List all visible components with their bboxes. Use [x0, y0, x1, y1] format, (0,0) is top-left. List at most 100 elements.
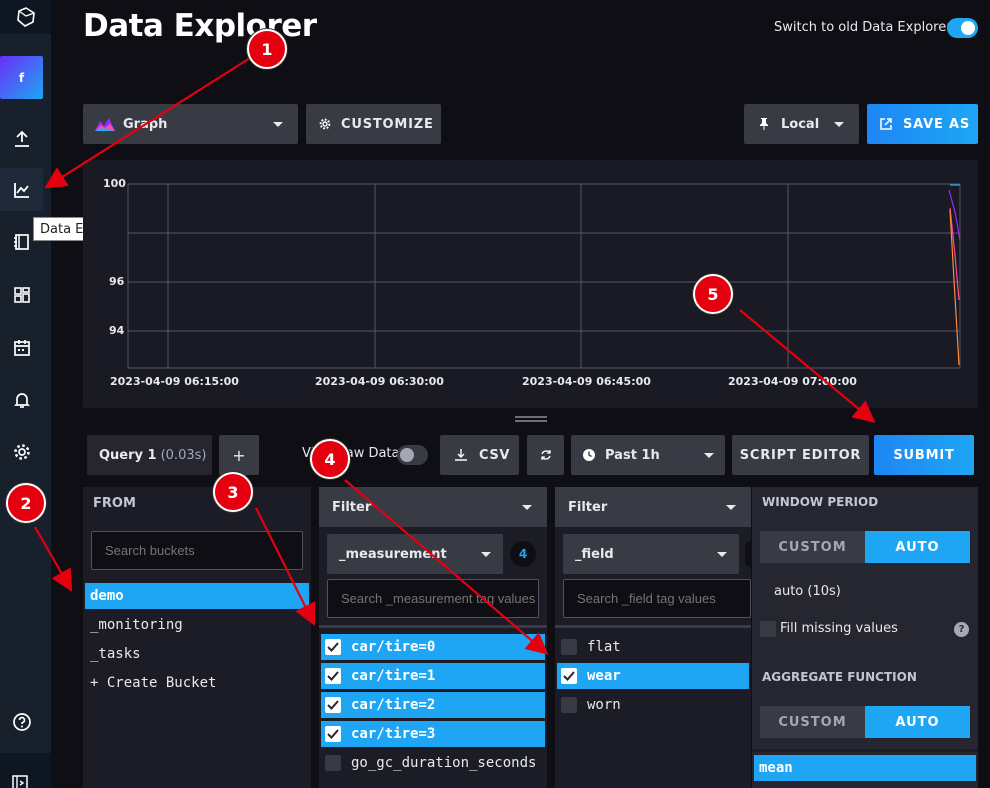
filter-function-dropdown[interactable]: Filter: [555, 487, 751, 527]
help-icon[interactable]: ?: [954, 622, 969, 637]
refresh-icon: [540, 450, 551, 460]
csv-download-button[interactable]: CSV: [440, 435, 519, 475]
query-tab-time: (0.03s): [160, 447, 207, 463]
window-custom-button[interactable]: CUSTOM: [760, 531, 865, 563]
chevron-down-icon: [522, 504, 532, 510]
checkbox-icon[interactable]: [561, 697, 577, 713]
annotation-marker: 3: [213, 472, 253, 512]
series-lines: [948, 184, 961, 366]
query-tab[interactable]: Query 1 (0.03s): [87, 435, 212, 475]
aggregate-function-header: AGGREGATE FUNCTION: [762, 670, 917, 684]
tag-key-label: _field: [575, 546, 614, 562]
chevron-down-icon: [726, 504, 736, 510]
customize-button[interactable]: CUSTOMIZE: [306, 104, 441, 144]
y-tick-label: 100: [103, 177, 126, 190]
csv-label: CSV: [479, 447, 511, 463]
raw-data-toggle[interactable]: [397, 445, 428, 465]
script-editor-button[interactable]: SCRIPT EDITOR: [732, 435, 869, 475]
tag-value-label: wear: [587, 668, 621, 684]
annotation-marker: 5: [693, 274, 733, 314]
aggregate-fn-mean[interactable]: mean: [754, 755, 976, 781]
selected-count-badge: 4: [510, 541, 536, 567]
add-query-button[interactable]: +: [219, 435, 259, 475]
time-range-dropdown[interactable]: Past 1h: [571, 435, 725, 475]
switch-old-explorer-toggle[interactable]: [947, 18, 978, 38]
save-as-button[interactable]: SAVE AS: [867, 104, 978, 144]
x-tick-label: 2023-04-09 06:15:00: [110, 375, 239, 388]
search-tag-values-input[interactable]: [563, 579, 751, 618]
x-tick-label: 2023-04-09 07:00:00: [728, 375, 857, 388]
tag-value-label: worn: [587, 697, 621, 713]
pin-icon: [760, 118, 768, 130]
aggregate-panel: WINDOW PERIOD CUSTOM AUTO auto (10s) Fil…: [752, 487, 978, 788]
tag-value-label: car/tire=0: [351, 639, 436, 655]
chevron-down-icon: [834, 121, 844, 127]
tasks-calendar-icon[interactable]: [0, 326, 43, 369]
checkbox-icon[interactable]: [325, 755, 341, 771]
influx-logo[interactable]: [0, 0, 51, 34]
tag-value-item[interactable]: go_gc_duration_seconds: [321, 750, 545, 776]
collapse-nav-button[interactable]: [0, 753, 51, 788]
upload-icon[interactable]: [0, 117, 43, 160]
graph-type-icon: [95, 118, 115, 131]
window-auto-value: auto (10s): [774, 584, 841, 599]
tag-value-label: flat: [587, 639, 621, 655]
export-icon: [880, 118, 892, 130]
checkbox-checked-icon[interactable]: [561, 668, 577, 684]
checkbox-checked-icon[interactable]: [325, 697, 341, 713]
tag-value-item[interactable]: worn: [557, 692, 749, 718]
alerts-bell-icon[interactable]: [0, 378, 43, 421]
refresh-button[interactable]: [527, 435, 564, 475]
checkbox-checked-icon[interactable]: [325, 726, 341, 742]
org-avatar[interactable]: f: [0, 56, 43, 99]
y-tick-label: 96: [109, 275, 125, 288]
bucket-item-demo[interactable]: demo: [85, 583, 309, 609]
bucket-item-tasks[interactable]: _tasks: [85, 641, 309, 667]
switch-old-explorer-label: Switch to old Data Explorer: [774, 20, 952, 35]
tag-value-item[interactable]: flat: [557, 634, 749, 660]
filter-function-dropdown[interactable]: Filter: [319, 487, 547, 527]
query-tab-name: Query 1: [99, 447, 157, 463]
timezone-dropdown[interactable]: Local: [744, 104, 859, 144]
customize-label: CUSTOMIZE: [341, 116, 434, 132]
filter-label: Filter: [568, 499, 608, 515]
x-tick-label: 2023-04-09 06:45:00: [522, 375, 651, 388]
help-icon[interactable]: [0, 700, 43, 743]
annotation-marker: 4: [310, 439, 350, 479]
data-explorer-icon[interactable]: [0, 168, 43, 211]
checkbox-checked-icon[interactable]: [325, 668, 341, 684]
create-bucket-button[interactable]: + Create Bucket: [85, 670, 309, 696]
checkbox-checked-icon[interactable]: [325, 639, 341, 655]
fill-missing-label: Fill missing values: [780, 621, 898, 636]
save-as-label: SAVE AS: [903, 116, 971, 132]
tag-value-label: car/tire=2: [351, 697, 436, 713]
clock-icon: [583, 449, 595, 461]
chevron-down-icon: [704, 452, 714, 458]
checkbox-icon[interactable]: [561, 639, 577, 655]
tag-value-item[interactable]: car/tire=1: [321, 663, 545, 689]
aggregate-custom-button[interactable]: CUSTOM: [760, 706, 865, 738]
graph-plot[interactable]: [83, 160, 978, 408]
tag-key-label: _measurement: [339, 546, 447, 562]
from-header: FROM: [93, 496, 136, 511]
settings-gear-icon[interactable]: [0, 430, 43, 473]
window-auto-button[interactable]: AUTO: [865, 531, 970, 563]
view-type-dropdown[interactable]: Graph: [83, 104, 298, 144]
submit-button[interactable]: SUBMIT: [874, 435, 974, 475]
tag-value-item[interactable]: car/tire=2: [321, 692, 545, 718]
bucket-item-monitoring[interactable]: _monitoring: [85, 612, 309, 638]
download-icon: [455, 449, 467, 461]
dashboards-icon[interactable]: [0, 273, 43, 316]
filter-panel-field: Filter _field flat wear worn: [555, 487, 751, 788]
tag-value-item[interactable]: car/tire=3: [321, 721, 545, 747]
tag-value-item[interactable]: car/tire=0: [321, 634, 545, 660]
aggregate-auto-button[interactable]: AUTO: [865, 706, 970, 738]
fill-missing-checkbox[interactable]: [760, 621, 776, 637]
search-tag-values-input[interactable]: [327, 579, 539, 618]
annotation-marker: 1: [247, 29, 287, 69]
search-buckets-input[interactable]: [91, 531, 303, 570]
tag-key-dropdown[interactable]: _field: [563, 534, 739, 574]
panel-resize-handle[interactable]: [515, 416, 547, 422]
tag-key-dropdown[interactable]: _measurement: [327, 534, 503, 574]
tag-value-item[interactable]: wear: [557, 663, 749, 689]
